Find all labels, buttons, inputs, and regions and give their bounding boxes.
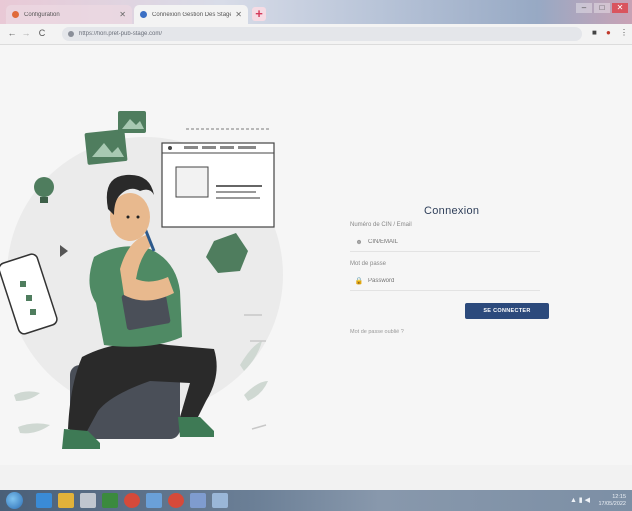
app-window-icon[interactable] xyxy=(190,493,206,508)
close-tab-icon[interactable]: ✕ xyxy=(119,10,126,19)
lock-icon xyxy=(68,31,74,37)
username-field: ☻ xyxy=(350,233,540,252)
menu-kebab-icon[interactable]: ⋮ xyxy=(620,28,628,37)
chrome-icon[interactable] xyxy=(124,493,140,508)
forgot-password-link[interactable]: Mot de passe oublié ? xyxy=(350,329,560,335)
close-tab-icon[interactable]: ✕ xyxy=(235,10,242,19)
reload-icon[interactable]: C xyxy=(36,28,48,38)
username-input[interactable] xyxy=(368,239,528,245)
system-tray-icons[interactable]: ▲ ▮ ◀ xyxy=(570,496,590,504)
image-frame-icon xyxy=(118,111,146,133)
folder-icon[interactable] xyxy=(146,493,162,508)
maximize-icon[interactable]: □ xyxy=(594,3,610,13)
new-tab-button[interactable]: + xyxy=(252,7,266,21)
os-taskbar: ▲ ▮ ◀ 12:15 17/05/2022 xyxy=(0,490,632,511)
password-label: Mot de passe xyxy=(350,261,387,267)
website-mockup-icon xyxy=(161,142,275,228)
settings-favicon-icon xyxy=(12,11,19,18)
login-title: Connexion xyxy=(424,205,480,217)
profile-icon[interactable]: ● xyxy=(606,28,611,37)
tab-title: Configuration xyxy=(24,11,60,18)
image-frame-icon xyxy=(84,129,128,165)
url-field[interactable] xyxy=(62,27,582,41)
close-window-icon[interactable]: ✕ xyxy=(612,3,628,13)
bookmark-icon[interactable]: ■ xyxy=(592,28,597,37)
minimize-icon[interactable]: – xyxy=(576,3,592,13)
site-favicon-icon xyxy=(140,11,147,18)
chrome-window-icon[interactable] xyxy=(168,493,184,508)
login-illustration xyxy=(0,111,283,449)
file-explorer-icon[interactable] xyxy=(58,493,74,508)
window-controls: – □ ✕ xyxy=(576,3,628,13)
media-player-icon[interactable] xyxy=(80,493,96,508)
url-input[interactable] xyxy=(79,31,559,37)
lock-icon: 🔒 xyxy=(354,278,364,285)
internet-explorer-icon[interactable] xyxy=(36,493,52,508)
login-form: Connexion Numéro de CIN / Email ☻ Mot de… xyxy=(350,205,560,335)
tab-title: Connexion Gestion Des Stages xyxy=(152,11,232,18)
password-input[interactable] xyxy=(368,278,528,284)
start-menu-icon[interactable] xyxy=(6,492,23,509)
login-page: Connexion Numéro de CIN / Email ☻ Mot de… xyxy=(0,45,632,465)
tab-configuration[interactable]: Configuration ✕ xyxy=(6,5,132,24)
username-label: Numéro de CIN / Email xyxy=(350,222,412,228)
back-arrow-icon[interactable]: ← xyxy=(6,28,18,38)
user-icon: ☻ xyxy=(355,238,363,246)
spreadsheet-app-icon[interactable] xyxy=(102,493,118,508)
browser-tab-bar: Configuration ✕ Connexion Gestion Des St… xyxy=(0,0,632,24)
login-submit-button[interactable]: SE CONNECTER xyxy=(465,303,549,319)
address-bar: ← → C ■ ● ⋮ xyxy=(0,24,632,45)
system-clock[interactable]: 12:15 17/05/2022 xyxy=(598,494,626,507)
forward-arrow-icon[interactable]: → xyxy=(20,28,32,38)
tab-connexion[interactable]: Connexion Gestion Des Stages ✕ xyxy=(134,5,248,24)
clock-date: 17/05/2022 xyxy=(598,500,626,507)
app-window-icon[interactable] xyxy=(212,493,228,508)
password-field: 🔒 xyxy=(350,272,540,291)
